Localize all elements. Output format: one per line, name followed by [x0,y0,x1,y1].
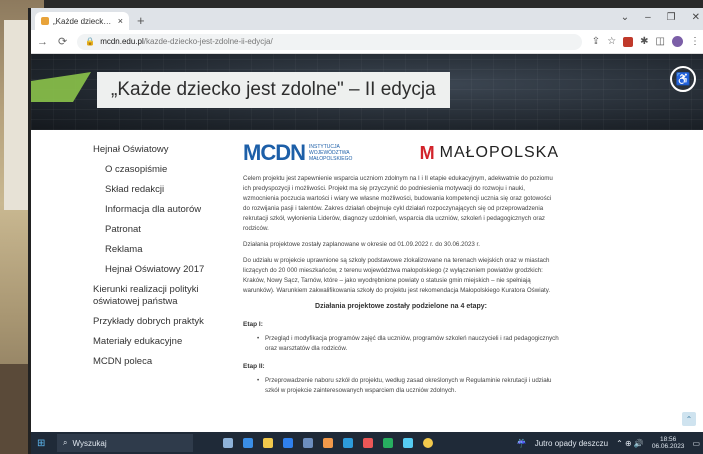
clock[interactable]: 18:56 06.06.2023 [652,436,685,450]
sidebar-item[interactable]: Hejnał Oświatowy [93,140,233,160]
page-title: „Każde dziecko jest zdolne" – II edycja [97,72,450,108]
browser-tabbar: „Każde dziecko jest zdolne" – II e × + ⌄… [31,8,703,30]
notification-icon[interactable]: ▭ [692,439,700,448]
sidebar-item[interactable]: Materiały edukacyjne [93,332,233,352]
clock-time: 18:56 [660,436,677,443]
file-explorer-icon[interactable] [263,438,273,448]
sidebar-item[interactable]: Patronat [93,220,233,240]
mcdn-logo: MCDN INSTYTUCJA WOJEWÓDZTWA MAŁOPOLSKIEG… [243,140,357,165]
sidebar-item[interactable]: Informacja dla autorów [93,200,233,220]
mcdn-logo-mark: MCDN [243,140,306,165]
app-icon[interactable] [323,438,333,448]
stage-2-item: Przeprowadzenie naboru szkół do projektu… [243,376,559,396]
share-icon[interactable]: ⇪ [592,36,600,47]
tab-close-icon[interactable]: × [118,16,123,26]
taskbar-apps [223,438,433,448]
accessibility-icon[interactable]: ♿ [670,66,696,92]
malopolska-logo: M MAŁOPOLSKA [419,143,559,163]
article-body: MCDN INSTYTUCJA WOJEWÓDZTWA MAŁOPOLSKIEG… [243,138,559,398]
paragraph-goal: Celem projektu jest zapewnienie wsparcia… [243,175,553,232]
page-hero: „Każde dziecko jest zdolne" – II edycja … [31,54,703,130]
url-host: mcdn.edu.pl [100,37,144,46]
taskbar: ⊞ ⌕ Wyszukaj ☔ Jutro opady deszczu ⌃ ⊕ 🔊… [31,432,703,454]
sidebar-item[interactable]: O czasopiśmie [93,160,233,180]
page-content: Hejnał Oświatowy O czasopiśmie Skład redak… [31,130,703,432]
sidebar-item[interactable]: Przykłady dobrych praktyk [93,312,233,332]
stage-1-item: Przegląd i modyfikacja programów zajęć d… [243,334,559,354]
weather-icon[interactable]: ☔ [517,439,527,448]
menu-icon[interactable]: ⋮ [690,36,700,47]
address-bar: → ⟳ 🔒 mcdn.edu.pl /kazde-dziecko-jest-zd… [31,30,703,54]
task-view-icon[interactable] [223,438,233,448]
app-icon[interactable] [383,438,393,448]
extension-icon[interactable] [623,36,634,47]
taskbar-search[interactable]: ⌕ Wyszukaj [57,434,193,452]
windows-start-icon[interactable]: ⊞ [37,438,51,449]
favicon-icon [41,17,49,25]
search-icon: ⌕ [63,438,68,447]
sidebar-item[interactable]: Reklama [93,240,233,260]
store-icon[interactable] [283,438,293,448]
close-window-icon[interactable]: ✕ [692,12,700,23]
browser-tab[interactable]: „Każde dziecko jest zdolne" – II e × [35,12,129,30]
app-icon[interactable] [363,438,373,448]
monitor-screen: „Każde dziecko jest zdolne" – II e × + ⌄… [28,8,703,454]
back-icon[interactable]: → [37,36,48,48]
weather-text[interactable]: Jutro opady deszczu [535,439,608,448]
toolbar-icons: ⇪ ☆ ✱ ◫ ⋮ [592,36,700,47]
sidebar-item[interactable]: Kierunki realizacji polityki oświatowej … [93,280,233,312]
malopolska-m-icon: M [419,143,436,163]
url-field[interactable]: 🔒 mcdn.edu.pl /kazde-dziecko-jest-zdolne… [77,33,582,50]
app-icon[interactable] [303,438,313,448]
sidebar-item[interactable]: Skład redakcji [93,180,233,200]
paragraph-eligibility: Do udziału w projekcie uprawnione są szk… [243,257,551,294]
chrome-icon[interactable] [423,438,433,448]
url-path: /kazde-dziecko-jest-zdolne-ii-edycja/ [143,37,273,46]
minimize-icon[interactable]: – [645,12,651,23]
maximize-icon[interactable]: ❐ [667,12,676,23]
chevron-down-icon[interactable]: ⌄ [621,12,629,23]
puzzle-icon[interactable]: ✱ [640,36,648,47]
profile-avatar[interactable] [672,36,683,47]
stage-1-heading: Etap I: [243,321,263,328]
reload-icon[interactable]: ⟳ [58,35,67,48]
bookmark-star-icon[interactable]: ☆ [607,36,616,47]
system-tray: ☔ Jutro opady deszczu ⌃ ⊕ 🔊 18:56 06.06.… [517,436,703,450]
tab-title: „Każde dziecko jest zdolne" – II e [53,16,114,26]
lock-icon: 🔒 [85,37,96,46]
sidebar-item[interactable]: Hejnał Oświatowy 2017 [93,260,233,280]
window-controls: ⌄ – ❐ ✕ [621,12,700,23]
scroll-top-button[interactable]: ⌃ [682,412,696,426]
taskbar-search-placeholder: Wyszukaj [72,438,107,448]
tray-icons[interactable]: ⌃ ⊕ 🔊 [616,439,644,448]
app-icon[interactable] [343,438,353,448]
sidebar-item[interactable]: MCDN poleca [93,352,233,372]
stage-2-heading: Etap II: [243,363,265,370]
logos-row: MCDN INSTYTUCJA WOJEWÓDZTWA MAŁOPOLSKIEG… [243,138,559,168]
sidepanel-icon[interactable]: ◫ [656,36,665,47]
stages-heading: Działania projektowe zostały podzielone … [315,303,487,310]
paragraph-dates: Działania projektowe zostały zaplanowane… [243,241,480,248]
mcdn-logo-subtitle: INSTYTUCJA WOJEWÓDZTWA MAŁOPOLSKIEGO [309,144,353,162]
new-tab-button[interactable]: + [137,12,145,30]
malopolska-logo-text: MAŁOPOLSKA [439,144,559,161]
edge-icon[interactable] [243,438,253,448]
sidebar-nav: Hejnał Oświatowy O czasopiśmie Skład redak… [93,140,233,372]
app-icon[interactable] [403,438,413,448]
clock-date: 06.06.2023 [651,443,685,450]
